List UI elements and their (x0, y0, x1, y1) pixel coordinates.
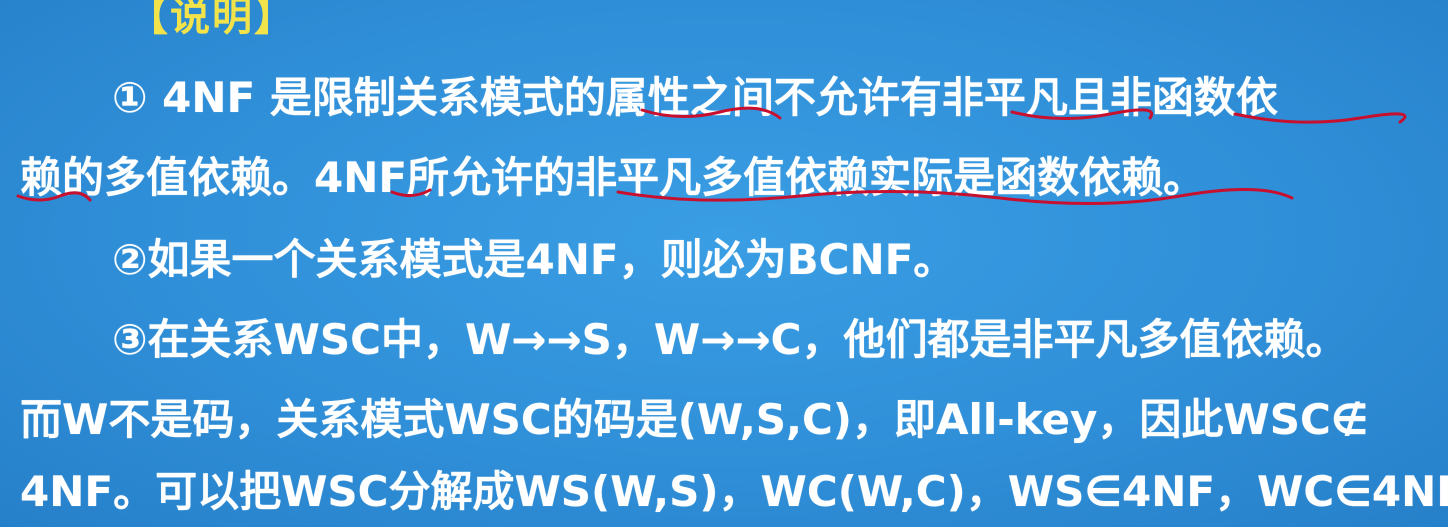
paragraph-line-6: 4NF。可以把WSC分解成WS(W,S)，WC(W,C)，WS∈4NF，WC∈4… (20, 467, 1448, 516)
paragraph-line-5: 而W不是码，关系模式WSC的码是(W,S,C)，即All-key，因此WSC∉ (20, 395, 1369, 444)
paragraph-line-3: ②如果一个关系模式是4NF，则必为BCNF。 (112, 235, 956, 284)
paragraph-line-4: ③在关系WSC中，W→→S，W→→C，他们都是非平凡多值依赖。 (112, 315, 1348, 364)
slide: 【说明】 ① 4NF 是限制关系模式的属性之间不允许有非平凡且非函数依 赖的多值… (0, 0, 1448, 527)
paragraph-line-1: ① 4NF 是限制关系模式的属性之间不允许有非平凡且非函数依 (112, 73, 1278, 122)
section-heading: 【说明】 (128, 0, 296, 40)
paragraph-line-2: 赖的多值依赖。4NF所允许的非平凡多值依赖实际是函数依赖。 (20, 153, 1206, 202)
